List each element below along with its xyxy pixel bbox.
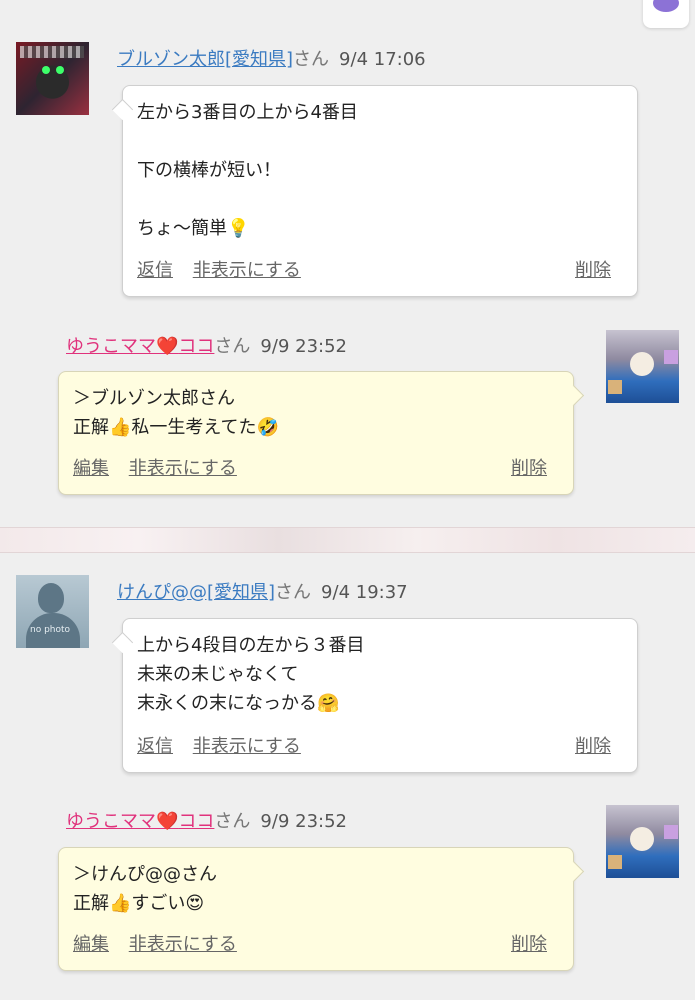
comment-thread: ブルゾン太郎[愛知県]さん 9/4 17:06 左から3番目の上から4番目 下の横… [0,0,695,527]
delete-button[interactable]: 削除 [511,454,547,480]
replier-name-link[interactable]: ゆうこママ❤️ココ [66,336,214,357]
hugging-face-icon: 🤗 [317,693,340,714]
comment-line: 未来の未じゃなくて [137,664,299,685]
commenter-name-link[interactable]: けんぴ@@[愛知県] [117,582,275,603]
honorific: さん [275,582,312,603]
heart-eyes-icon: 😍 [185,893,205,914]
comment-line: 下の横棒が短い！ [137,160,281,181]
reply-line: ＞けんぴ@@さん [73,864,217,885]
comment-line [137,185,623,214]
reply-timestamp: 9/9 23:52 [260,336,347,357]
comment-page: ブルゾン太郎[愛知県]さん 9/4 17:06 左から3番目の上から4番目 下の横… [0,0,695,1000]
honorific: さん [293,49,330,70]
reply-line: 正解👍すごい😍 [73,889,559,918]
comment-actions: 返信 非表示にする 削除 [137,732,611,758]
comment-timestamp: 9/4 19:37 [321,582,408,603]
replier-avatar[interactable] [606,805,679,878]
heart-icon: ❤️ [156,336,179,357]
thread-divider [0,527,695,553]
reply-line: ＞ブルゾン太郎さん [73,388,235,409]
reply-meta: ゆうこママ❤️ココさん 9/9 23:52 [66,332,347,358]
edit-button[interactable]: 編集 [73,458,109,479]
hide-button[interactable]: 非表示にする [129,458,237,479]
comment-line: 上から4段目の左から３番目 [137,635,365,656]
heart-icon: ❤️ [156,811,179,832]
thumbs-up-icon: 👍 [109,893,132,914]
comment-line: 左から3番目の上から4番目 [137,102,358,123]
reply-button[interactable]: 返信 [137,260,173,281]
comment-card: 左から3番目の上から4番目 下の横棒が短い！ ちょ〜簡単💡 返信 非表示にする … [111,85,638,297]
hide-button[interactable]: 非表示にする [193,260,301,281]
reply-timestamp: 9/9 23:52 [260,811,347,832]
reply-actions: 編集 非表示にする 削除 [73,454,547,480]
comment-line: 末永くの末になっかる🤗 [137,689,623,718]
comment-card: 上から4段目の左から３番目 未来の未じゃなくて 末永くの末になっかる🤗 返信 非… [111,618,638,773]
reply-meta: ゆうこママ❤️ココさん 9/9 23:52 [66,807,347,833]
comment-timestamp: 9/4 17:06 [339,49,426,70]
thumbs-up-icon: 👍 [109,417,132,438]
lightbulb-icon: 💡 [227,218,250,239]
replier-name-link[interactable]: ゆうこママ❤️ココ [66,811,214,832]
comment-thread: no photo けんぴ@@[愛知県]さん 9/4 19:37 上から4段目の左か… [0,551,695,1000]
comment-line: ちょ〜簡単💡 [137,214,623,243]
commenter-avatar[interactable]: no photo [16,575,89,648]
comment-actions: 返信 非表示にする 削除 [137,256,611,282]
reply-card: ＞ブルゾン太郎さん 正解👍私一生考えてた🤣 編集 非表示にする 削除 [58,371,585,495]
comment-meta: けんぴ@@[愛知県]さん 9/4 19:37 [117,578,408,604]
comment-line [137,127,623,156]
reply-button[interactable]: 返信 [137,736,173,757]
delete-button[interactable]: 削除 [575,732,611,758]
hide-button[interactable]: 非表示にする [193,736,301,757]
delete-button[interactable]: 削除 [511,930,547,956]
reply-line: 正解👍私一生考えてた🤣 [73,413,559,442]
commenter-name-link[interactable]: ブルゾン太郎[愛知県] [117,49,293,70]
reply-card: ＞けんぴ@@さん 正解👍すごい😍 編集 非表示にする 削除 [58,847,585,971]
rofl-face-icon: 🤣 [256,417,279,438]
honorific: さん [214,811,251,832]
no-photo-label: no photo [30,625,71,635]
edit-button[interactable]: 編集 [73,934,109,955]
replier-avatar[interactable] [606,330,679,403]
reply-actions: 編集 非表示にする 削除 [73,930,547,956]
commenter-avatar[interactable] [16,42,89,115]
hide-button[interactable]: 非表示にする [129,934,237,955]
honorific: さん [214,336,251,357]
delete-button[interactable]: 削除 [575,256,611,282]
comment-meta: ブルゾン太郎[愛知県]さん 9/4 17:06 [117,45,426,71]
